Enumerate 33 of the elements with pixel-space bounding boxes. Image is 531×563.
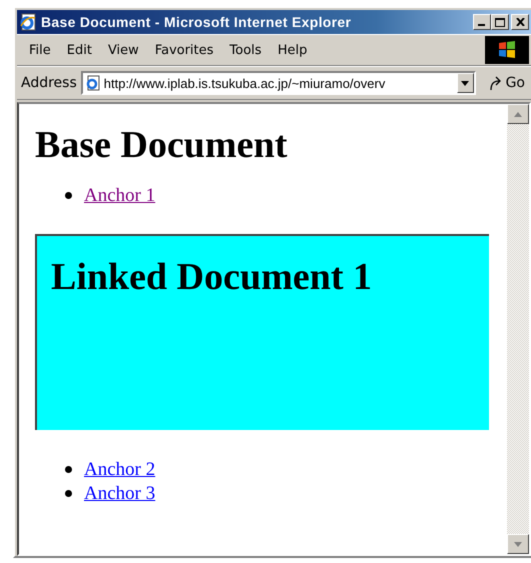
menu-item[interactable]: Favorites (146, 42, 222, 58)
scrollbar[interactable] (507, 104, 529, 554)
scroll-up-button[interactable] (507, 104, 529, 124)
frame-heading: Linked Document 1 (51, 256, 373, 300)
menu-item[interactable]: View (100, 42, 147, 58)
menu-item[interactable]: Tools (222, 42, 270, 58)
anchor-link[interactable]: Anchor 3 (84, 482, 156, 506)
minimize-button[interactable] (473, 14, 491, 30)
maximize-button[interactable] (491, 14, 509, 30)
menu-item[interactable]: File (21, 42, 59, 58)
page-heading: Base Document (35, 124, 288, 168)
anchor-link[interactable]: Anchor 1 (84, 184, 156, 208)
close-button[interactable] (511, 14, 529, 30)
caret-icon (461, 80, 470, 86)
windows-logo (485, 36, 529, 64)
bullet-icon (65, 490, 72, 498)
bullet-icon (65, 466, 72, 474)
down-arrow-icon (514, 542, 522, 546)
bullet-icon (65, 192, 72, 200)
dropdown-button[interactable] (456, 73, 474, 93)
maximize-icon (495, 18, 505, 26)
page-icon (84, 75, 101, 91)
address-field[interactable]: http://www.iplab.is.tsukuba.ac.jp/~miuramo/overv (80, 71, 476, 95)
scroll-down-button[interactable] (507, 534, 529, 554)
up-arrow-icon (514, 112, 522, 116)
browser-icon (19, 13, 37, 31)
menu-item[interactable]: Edit (58, 42, 100, 58)
menu-item[interactable]: Help (270, 42, 316, 58)
window-title: Base Document - Microsoft Internet Explorer (41, 14, 352, 30)
go-button[interactable]: Go (480, 75, 531, 91)
anchor-link[interactable]: Anchor 2 (84, 458, 156, 482)
address-label: Address (21, 75, 77, 91)
close-icon (516, 18, 524, 26)
